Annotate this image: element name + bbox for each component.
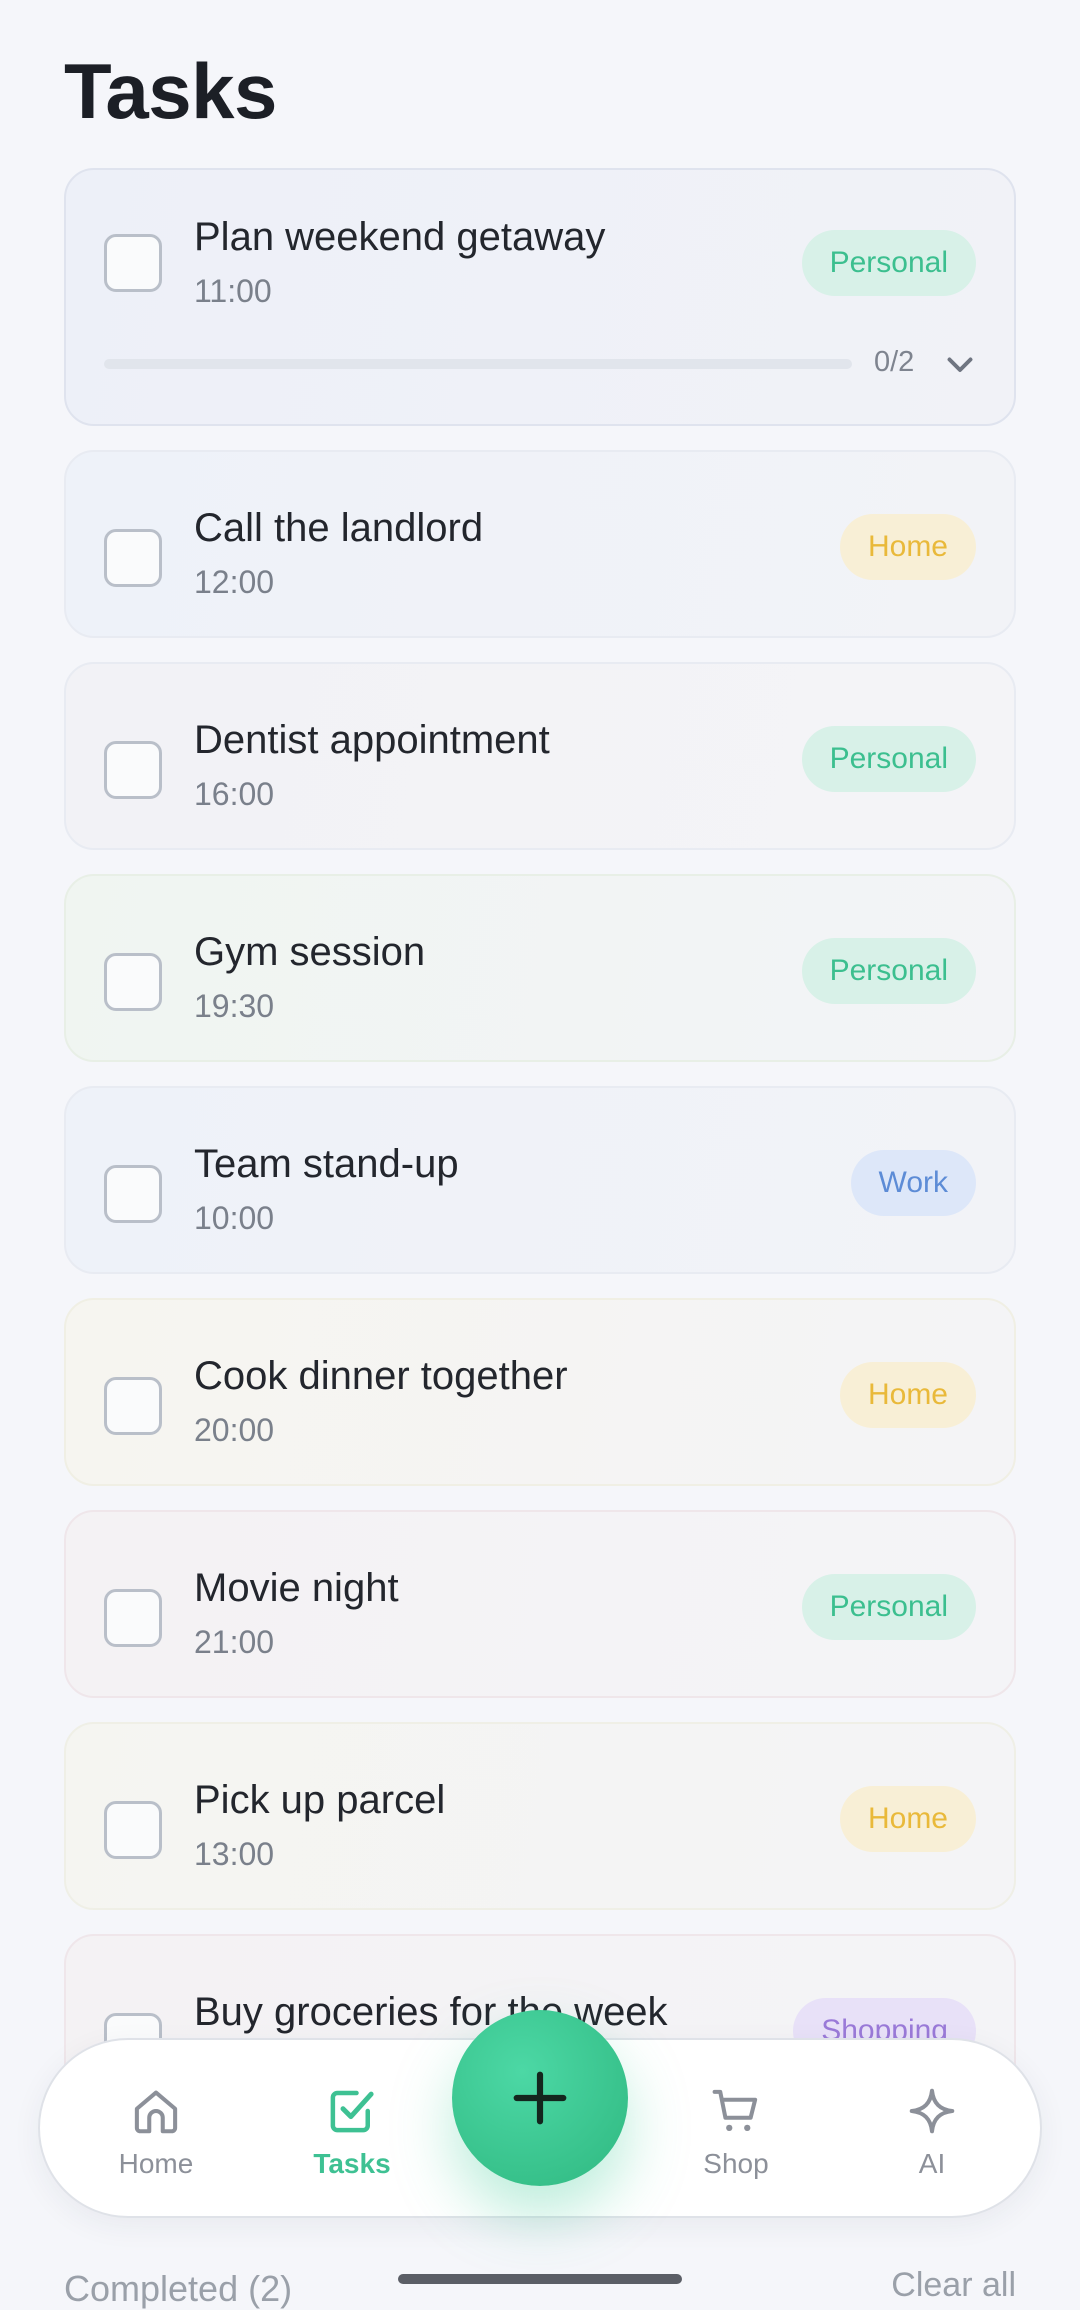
task-card-pick-up-parcel[interactable]: Pick up parcel 13:00 Home [64, 1722, 1016, 1910]
nav-label: AI [918, 2148, 946, 2179]
category-tag: Home [839, 514, 976, 580]
category-tag: Personal [801, 726, 976, 792]
task-card-cook-dinner-together[interactable]: Cook dinner together 20:00 Home [64, 1298, 1016, 1486]
home-indicator [398, 2274, 682, 2284]
chevron-down-icon[interactable] [942, 346, 978, 382]
cart-icon [712, 2089, 758, 2132]
category-tag: Home [839, 1362, 976, 1428]
task-title: Team stand-up [194, 1142, 459, 1186]
task-card-team-stand-up[interactable]: Team stand-up 10:00 Work [64, 1086, 1016, 1274]
task-time: 16:00 [194, 776, 275, 812]
tasks-screen: Tasks Plan weekend getaway 11:00 Persona… [0, 0, 1080, 2310]
task-title: Movie night [194, 1566, 399, 1610]
nav-item-home[interactable]: Home [76, 2084, 236, 2184]
category-tag: Home [839, 1786, 976, 1852]
task-title: Plan weekend getaway [194, 215, 606, 259]
page-title: Tasks [64, 47, 277, 135]
home-icon [134, 2090, 178, 2134]
task-title: Dentist appointment [194, 718, 550, 762]
task-time: 20:00 [194, 1412, 275, 1448]
nav-item-tasks[interactable]: Tasks [272, 2084, 432, 2184]
nav-item-shop[interactable]: Shop [656, 2084, 816, 2184]
task-checkbox[interactable] [104, 529, 162, 587]
nav-item-ai[interactable]: AI [852, 2084, 1012, 2184]
category-tag: Work [850, 1150, 976, 1216]
task-time: 12:00 [194, 564, 275, 600]
task-time: 21:00 [194, 1624, 275, 1660]
task-checkbox[interactable] [104, 953, 162, 1011]
task-title: Call the landlord [194, 506, 484, 550]
task-time: 11:00 [194, 273, 272, 309]
task-title: Buy groceries for the week [194, 1990, 668, 2034]
nav-label: Shop [703, 2148, 769, 2179]
sparkle-icon [909, 2088, 955, 2134]
category-tag: Personal [801, 1574, 976, 1640]
task-time: 10:00 [194, 1200, 275, 1236]
task-list: Plan weekend getaway 11:00 Personal 0/2 … [64, 168, 1016, 2146]
task-checkbox[interactable] [104, 1377, 162, 1435]
task-card-call-the-landlord[interactable]: Call the landlord 12:00 Home [64, 450, 1016, 638]
task-checkbox[interactable] [104, 1801, 162, 1859]
task-title: Pick up parcel [194, 1778, 446, 1822]
task-title: Cook dinner together [194, 1354, 568, 1398]
task-card-movie-night[interactable]: Movie night 21:00 Personal [64, 1510, 1016, 1698]
task-checkbox[interactable] [104, 1589, 162, 1647]
task-time: 19:30 [194, 988, 275, 1024]
plus-icon [513, 2071, 567, 2125]
clear-all-button[interactable]: Clear all [891, 2266, 1016, 2305]
nav-label: Tasks [313, 2148, 391, 2179]
task-checkbox[interactable] [104, 1165, 162, 1223]
task-card-plan-weekend-getaway[interactable]: Plan weekend getaway 11:00 Personal 0/2 [64, 168, 1016, 426]
task-time: 13:00 [194, 1836, 275, 1872]
task-card-gym-session[interactable]: Gym session 19:30 Personal [64, 874, 1016, 1062]
subtask-progress-bar [104, 359, 852, 369]
subtask-progress-label: 0/2 [874, 346, 915, 378]
task-card-dentist-appointment[interactable]: Dentist appointment 16:00 Personal [64, 662, 1016, 850]
task-checkbox[interactable] [104, 234, 162, 292]
add-task-button[interactable] [452, 2010, 628, 2186]
nav-label: Home [118, 2148, 194, 2179]
completed-section-label[interactable]: Completed (2) [64, 2268, 292, 2310]
task-checkbox[interactable] [104, 741, 162, 799]
task-title: Gym session [194, 930, 426, 974]
category-tag: Personal [801, 230, 976, 296]
tasks-check-icon [330, 2090, 374, 2133]
category-tag: Personal [801, 938, 976, 1004]
